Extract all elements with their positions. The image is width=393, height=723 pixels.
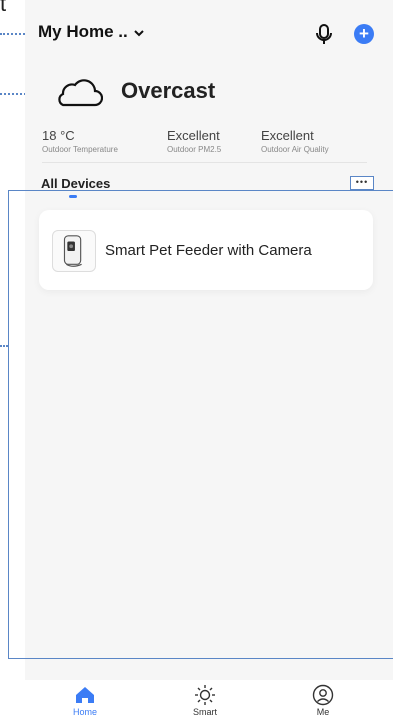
stat-value: Excellent — [261, 128, 314, 143]
home-screen: My Home .. + Overcast 18 °C Outdoor Temp… — [25, 0, 393, 723]
stat-pm25: Excellent Outdoor PM2.5 — [167, 128, 221, 154]
stat-value: Excellent — [167, 128, 220, 143]
stat-label: Outdoor Air Quality — [261, 145, 329, 154]
weather-condition: Overcast — [121, 78, 216, 103]
all-devices-title: All Devices — [41, 176, 111, 191]
device-card[interactable]: Smart Pet Feeder with Camera — [39, 210, 373, 290]
tab-indicator — [69, 195, 77, 198]
nav-tab-me[interactable]: Me — [293, 684, 353, 717]
annotation-frame-bottom — [8, 658, 393, 659]
outdoor-stats: 18 °C Outdoor Temperature Excellent Outd… — [42, 128, 382, 160]
stat-value: 18 °C — [42, 128, 75, 143]
annotation-frame-top — [8, 190, 393, 191]
stat-temperature: 18 °C Outdoor Temperature — [42, 128, 118, 154]
stat-label: Outdoor Temperature — [42, 145, 118, 154]
home-selector[interactable]: My Home .. — [38, 22, 144, 42]
chevron-down-icon — [134, 26, 144, 40]
nav-tab-home[interactable]: Home — [55, 684, 115, 717]
pet-feeder-icon — [52, 230, 96, 272]
annotation-frame-left — [8, 190, 9, 658]
nav-tab-smart[interactable]: Smart — [175, 684, 235, 717]
user-icon — [293, 684, 353, 706]
device-name: Smart Pet Feeder with Camera — [105, 242, 312, 259]
nav-label: Smart — [192, 707, 217, 717]
cloud-icon — [53, 74, 104, 108]
stat-air-quality: Excellent Outdoor Air Quality — [261, 128, 329, 154]
sun-icon — [175, 684, 235, 706]
cropped-heading-fragment: t — [0, 0, 7, 16]
stat-label: Outdoor PM2.5 — [167, 145, 222, 154]
nav-label: Home — [72, 707, 97, 717]
home-icon — [55, 684, 115, 706]
plus-icon: + — [359, 24, 369, 43]
add-device-button[interactable]: + — [354, 24, 374, 44]
callout-line-devices — [0, 345, 8, 347]
weather-summary: Overcast — [53, 74, 215, 108]
home-name: My Home .. — [38, 22, 128, 41]
nav-label: Me — [316, 707, 330, 717]
microphone-icon[interactable] — [313, 22, 335, 46]
more-options-button[interactable]: ••• — [350, 176, 374, 190]
divider — [42, 162, 367, 163]
bottom-navigation: Home Smart Me — [25, 680, 393, 723]
